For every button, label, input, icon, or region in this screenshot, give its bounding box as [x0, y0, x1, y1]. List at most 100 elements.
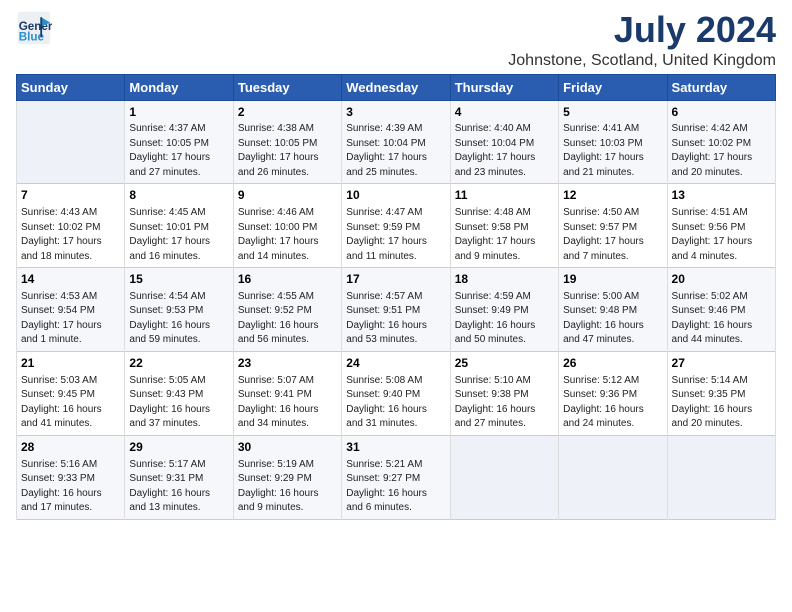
calendar-cell: 22Sunrise: 5:05 AM Sunset: 9:43 PM Dayli…	[125, 351, 233, 435]
cell-content: Sunrise: 5:21 AM Sunset: 9:27 PM Dayligh…	[346, 458, 445, 516]
calendar-cell: 23 Sunrise: 5:07 AM Sunset: 9:41 PM Dayli…	[233, 351, 341, 435]
day-number: 8	[129, 187, 228, 204]
calendar-cell: 3Sunrise: 4:39 AM Sunset: 10:04 PM Dayli…	[342, 100, 450, 184]
day-number: 3	[346, 104, 445, 121]
calendar-cell	[17, 100, 125, 184]
day-number: 13	[672, 187, 771, 204]
cell-content: Sunrise: 4:38 AM Sunset: 10:05 PM Daylig…	[238, 122, 337, 180]
cell-content: Sunrise: 4:54 AM Sunset: 9:53 PM Dayligh…	[129, 290, 228, 348]
cell-content: Sunrise: 5:14 AM Sunset: 9:35 PM Dayligh…	[672, 374, 771, 432]
day-number: 15	[129, 271, 228, 288]
day-number: 30	[238, 439, 337, 456]
cell-content: Sunrise: 4:48 AM Sunset: 9:58 PM Dayligh…	[455, 206, 554, 264]
day-number: 23	[238, 355, 337, 372]
cell-content: Sunrise: 5:08 AM Sunset: 9:40 PM Dayligh…	[346, 374, 445, 432]
cell-content: Sunrise: 4:53 AM Sunset: 9:54 PM Dayligh…	[21, 290, 120, 348]
col-header-tuesday: Tuesday	[233, 74, 341, 100]
calendar-cell: 2Sunrise: 4:38 AM Sunset: 10:05 PM Dayli…	[233, 100, 341, 184]
calendar-cell: 16 Sunrise: 4:55 AM Sunset: 9:52 PM Dayli…	[233, 268, 341, 352]
day-number: 16	[238, 271, 337, 288]
day-number: 2	[238, 104, 337, 121]
calendar-cell: 30 Sunrise: 5:19 AM Sunset: 9:29 PM Dayli…	[233, 435, 341, 519]
calendar-cell: 10 Sunrise: 4:47 AM Sunset: 9:59 PM Dayli…	[342, 184, 450, 268]
day-number: 29	[129, 439, 228, 456]
header: General Blue July 2024 Johnstone, Scotla…	[16, 10, 776, 70]
day-number: 25	[455, 355, 554, 372]
calendar-cell: 5Sunrise: 4:41 AM Sunset: 10:03 PM Dayli…	[559, 100, 667, 184]
cell-content: Sunrise: 5:05 AM Sunset: 9:43 PM Dayligh…	[129, 374, 228, 432]
cell-content: Sunrise: 5:02 AM Sunset: 9:46 PM Dayligh…	[672, 290, 771, 348]
page: General Blue July 2024 Johnstone, Scotla…	[0, 0, 792, 530]
day-number: 7	[21, 187, 120, 204]
day-number: 6	[672, 104, 771, 121]
cell-content: Sunrise: 4:59 AM Sunset: 9:49 PM Dayligh…	[455, 290, 554, 348]
day-number: 28	[21, 439, 120, 456]
calendar-cell: 11 Sunrise: 4:48 AM Sunset: 9:58 PM Dayli…	[450, 184, 558, 268]
logo-icon: General Blue	[16, 10, 52, 46]
day-number: 10	[346, 187, 445, 204]
col-header-saturday: Saturday	[667, 74, 775, 100]
day-number: 24	[346, 355, 445, 372]
cell-content: Sunrise: 5:17 AM Sunset: 9:31 PM Dayligh…	[129, 458, 228, 516]
week-row-1: 1Sunrise: 4:37 AM Sunset: 10:05 PM Dayli…	[17, 100, 776, 184]
calendar-cell: 17 Sunrise: 4:57 AM Sunset: 9:51 PM Dayli…	[342, 268, 450, 352]
day-number: 17	[346, 271, 445, 288]
col-header-wednesday: Wednesday	[342, 74, 450, 100]
calendar-cell: 1Sunrise: 4:37 AM Sunset: 10:05 PM Dayli…	[125, 100, 233, 184]
calendar-cell	[559, 435, 667, 519]
day-number: 11	[455, 187, 554, 204]
calendar-cell: 12Sunrise: 4:50 AM Sunset: 9:57 PM Dayli…	[559, 184, 667, 268]
calendar-cell: 28Sunrise: 5:16 AM Sunset: 9:33 PM Dayli…	[17, 435, 125, 519]
calendar-cell: 15 Sunrise: 4:54 AM Sunset: 9:53 PM Dayli…	[125, 268, 233, 352]
day-number: 31	[346, 439, 445, 456]
week-row-2: 7Sunrise: 4:43 AM Sunset: 10:02 PM Dayli…	[17, 184, 776, 268]
cell-content: Sunrise: 5:10 AM Sunset: 9:38 PM Dayligh…	[455, 374, 554, 432]
cell-content: Sunrise: 5:19 AM Sunset: 9:29 PM Dayligh…	[238, 458, 337, 516]
cell-content: Sunrise: 5:07 AM Sunset: 9:41 PM Dayligh…	[238, 374, 337, 432]
day-number: 19	[563, 271, 662, 288]
calendar-cell: 8 Sunrise: 4:45 AM Sunset: 10:01 PM Dayli…	[125, 184, 233, 268]
calendar-cell	[450, 435, 558, 519]
cell-content: Sunrise: 4:42 AM Sunset: 10:02 PM Daylig…	[672, 122, 771, 180]
cell-content: Sunrise: 4:41 AM Sunset: 10:03 PM Daylig…	[563, 122, 662, 180]
calendar-cell: 31 Sunrise: 5:21 AM Sunset: 9:27 PM Dayli…	[342, 435, 450, 519]
day-number: 9	[238, 187, 337, 204]
header-row: SundayMondayTuesdayWednesdayThursdayFrid…	[17, 74, 776, 100]
col-header-thursday: Thursday	[450, 74, 558, 100]
calendar-cell: 14 Sunrise: 4:53 AM Sunset: 9:54 PM Dayli…	[17, 268, 125, 352]
cell-content: Sunrise: 5:12 AM Sunset: 9:36 PM Dayligh…	[563, 374, 662, 432]
cell-content: Sunrise: 4:37 AM Sunset: 10:05 PM Daylig…	[129, 122, 228, 180]
day-number: 1	[129, 104, 228, 121]
cell-content: Sunrise: 5:03 AM Sunset: 9:45 PM Dayligh…	[21, 374, 120, 432]
day-number: 20	[672, 271, 771, 288]
cell-content: Sunrise: 5:00 AM Sunset: 9:48 PM Dayligh…	[563, 290, 662, 348]
week-row-4: 21Sunrise: 5:03 AM Sunset: 9:45 PM Dayli…	[17, 351, 776, 435]
title-block: July 2024 Johnstone, Scotland, United Ki…	[508, 10, 776, 70]
week-row-5: 28Sunrise: 5:16 AM Sunset: 9:33 PM Dayli…	[17, 435, 776, 519]
calendar-cell: 24 Sunrise: 5:08 AM Sunset: 9:40 PM Dayli…	[342, 351, 450, 435]
calendar-cell: 21Sunrise: 5:03 AM Sunset: 9:45 PM Dayli…	[17, 351, 125, 435]
calendar-cell: 29 Sunrise: 5:17 AM Sunset: 9:31 PM Dayli…	[125, 435, 233, 519]
day-number: 18	[455, 271, 554, 288]
cell-content: Sunrise: 4:45 AM Sunset: 10:01 PM Daylig…	[129, 206, 228, 264]
calendar-cell: 13 Sunrise: 4:51 AM Sunset: 9:56 PM Dayli…	[667, 184, 775, 268]
day-number: 26	[563, 355, 662, 372]
calendar-cell: 25 Sunrise: 5:10 AM Sunset: 9:38 PM Dayli…	[450, 351, 558, 435]
calendar-cell: 20 Sunrise: 5:02 AM Sunset: 9:46 PM Dayli…	[667, 268, 775, 352]
cell-content: Sunrise: 4:39 AM Sunset: 10:04 PM Daylig…	[346, 122, 445, 180]
calendar-cell: 6Sunrise: 4:42 AM Sunset: 10:02 PM Dayli…	[667, 100, 775, 184]
cell-content: Sunrise: 4:57 AM Sunset: 9:51 PM Dayligh…	[346, 290, 445, 348]
day-number: 12	[563, 187, 662, 204]
cell-content: Sunrise: 4:55 AM Sunset: 9:52 PM Dayligh…	[238, 290, 337, 348]
day-number: 27	[672, 355, 771, 372]
day-number: 4	[455, 104, 554, 121]
cell-content: Sunrise: 4:47 AM Sunset: 9:59 PM Dayligh…	[346, 206, 445, 264]
month-year: July 2024	[508, 10, 776, 50]
calendar-table: SundayMondayTuesdayWednesdayThursdayFrid…	[16, 74, 776, 520]
calendar-cell: 26 Sunrise: 5:12 AM Sunset: 9:36 PM Dayli…	[559, 351, 667, 435]
calendar-cell: 27 Sunrise: 5:14 AM Sunset: 9:35 PM Dayli…	[667, 351, 775, 435]
calendar-cell	[667, 435, 775, 519]
calendar-cell: 19 Sunrise: 5:00 AM Sunset: 9:48 PM Dayli…	[559, 268, 667, 352]
day-number: 14	[21, 271, 120, 288]
cell-content: Sunrise: 4:51 AM Sunset: 9:56 PM Dayligh…	[672, 206, 771, 264]
